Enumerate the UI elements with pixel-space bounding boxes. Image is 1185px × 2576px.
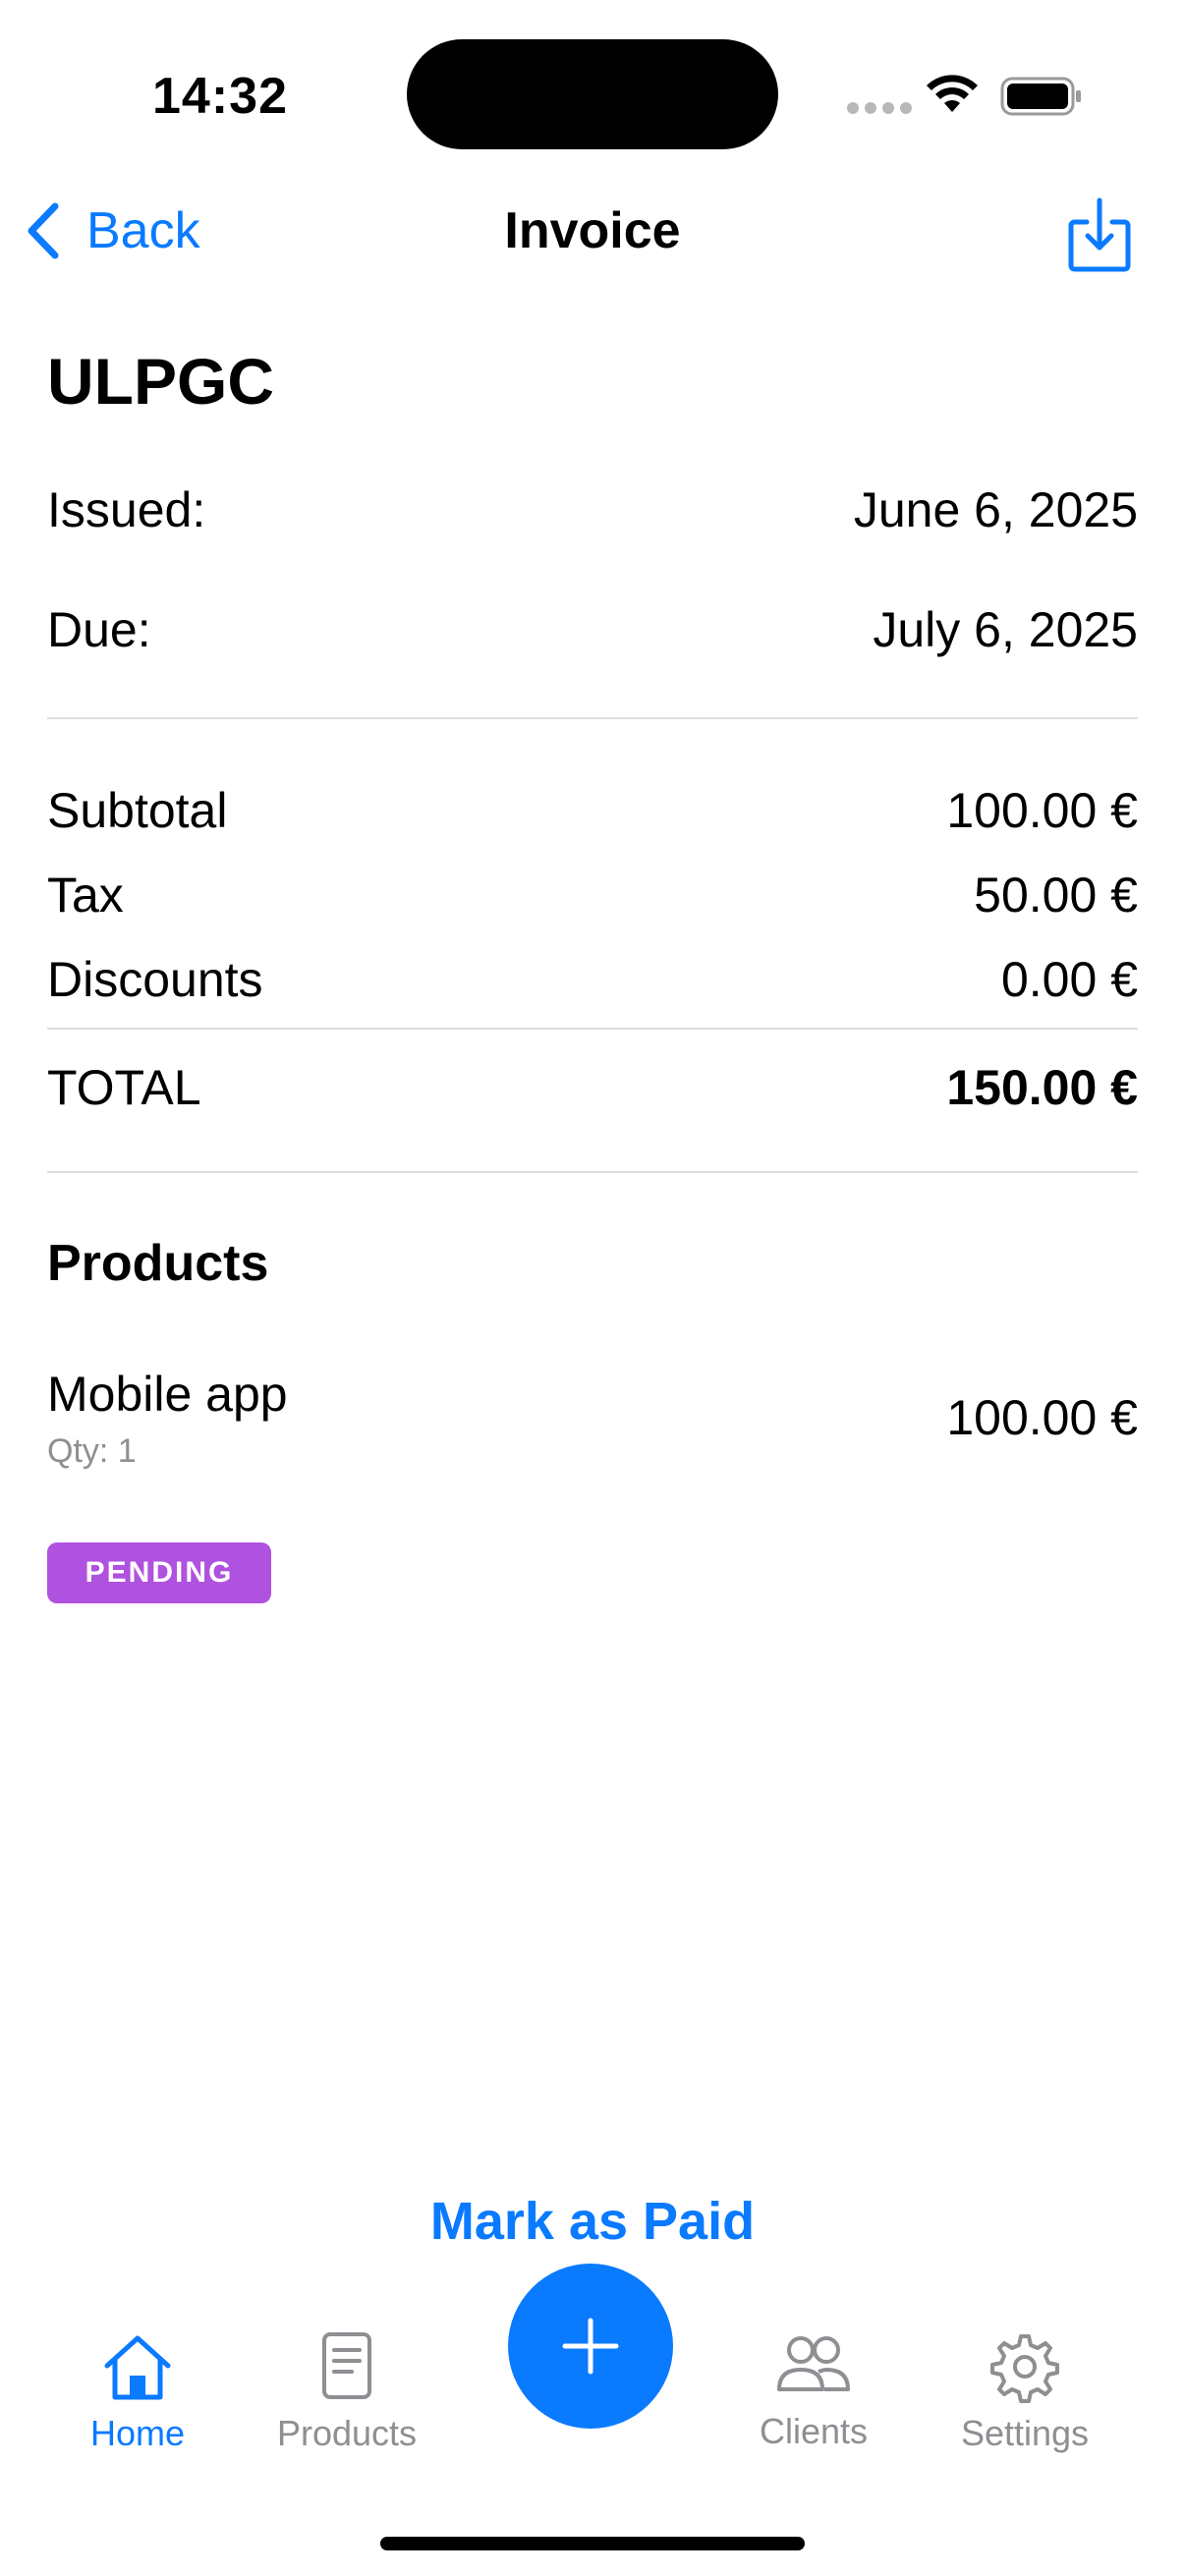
tax-label: Tax	[47, 868, 124, 923]
divider	[47, 1028, 1138, 1030]
cellular-signal-icon	[847, 102, 912, 114]
subtotal-label: Subtotal	[47, 783, 228, 838]
plus-icon	[562, 2318, 619, 2375]
status-bar: 14:32	[0, 0, 1185, 187]
home-indicator	[380, 2537, 805, 2550]
house-icon	[104, 2335, 171, 2400]
tab-home-label: Home	[89, 2413, 186, 2453]
subtotal-value: 100.00 €	[946, 783, 1138, 838]
tab-products-label: Products	[276, 2413, 418, 2453]
mark-as-paid-button[interactable]: Mark as Paid	[0, 2191, 1185, 2252]
tab-products[interactable]: Products	[249, 2328, 445, 2454]
subtotal-row: Subtotal 100.00 €	[47, 782, 1138, 839]
due-value: July 6, 2025	[873, 602, 1138, 657]
tab-settings[interactable]: Settings	[927, 2328, 1123, 2454]
discounts-value: 0.00 €	[1000, 952, 1138, 1007]
divider	[47, 717, 1138, 719]
discounts-row: Discounts 0.00 €	[47, 951, 1138, 1008]
status-badge: PENDING	[47, 1542, 271, 1603]
download-tray-icon[interactable]	[1067, 196, 1132, 273]
wifi-icon	[927, 75, 978, 112]
total-label: TOTAL	[47, 1060, 201, 1115]
document-icon	[322, 2332, 371, 2399]
due-label: Due:	[47, 602, 151, 657]
issued-value: June 6, 2025	[853, 482, 1138, 537]
people-icon	[777, 2336, 850, 2391]
total-value: 150.00 €	[946, 1060, 1138, 1115]
page-title: Invoice	[504, 202, 681, 259]
tab-home[interactable]: Home	[39, 2328, 236, 2454]
gear-icon	[990, 2334, 1059, 2403]
battery-icon	[1000, 77, 1081, 116]
divider	[47, 1171, 1138, 1173]
total-row: TOTAL 150.00 €	[47, 1059, 1138, 1116]
dynamic-island	[407, 39, 778, 149]
product-price: 100.00 €	[946, 1390, 1138, 1445]
client-name: ULPGC	[47, 345, 274, 418]
tab-settings-label: Settings	[960, 2413, 1090, 2453]
discounts-label: Discounts	[47, 952, 263, 1007]
tax-row: Tax 50.00 €	[47, 867, 1138, 924]
tab-clients[interactable]: Clients	[715, 2326, 912, 2452]
products-section-title: Products	[47, 1235, 269, 1292]
add-button[interactable]	[508, 2264, 673, 2429]
issued-row: Issued: June 6, 2025	[47, 481, 1138, 538]
tab-clients-label: Clients	[759, 2411, 869, 2451]
tax-value: 50.00 €	[974, 868, 1138, 923]
due-row: Due: July 6, 2025	[47, 601, 1138, 658]
status-time: 14:32	[152, 68, 288, 125]
issued-label: Issued:	[47, 482, 206, 537]
